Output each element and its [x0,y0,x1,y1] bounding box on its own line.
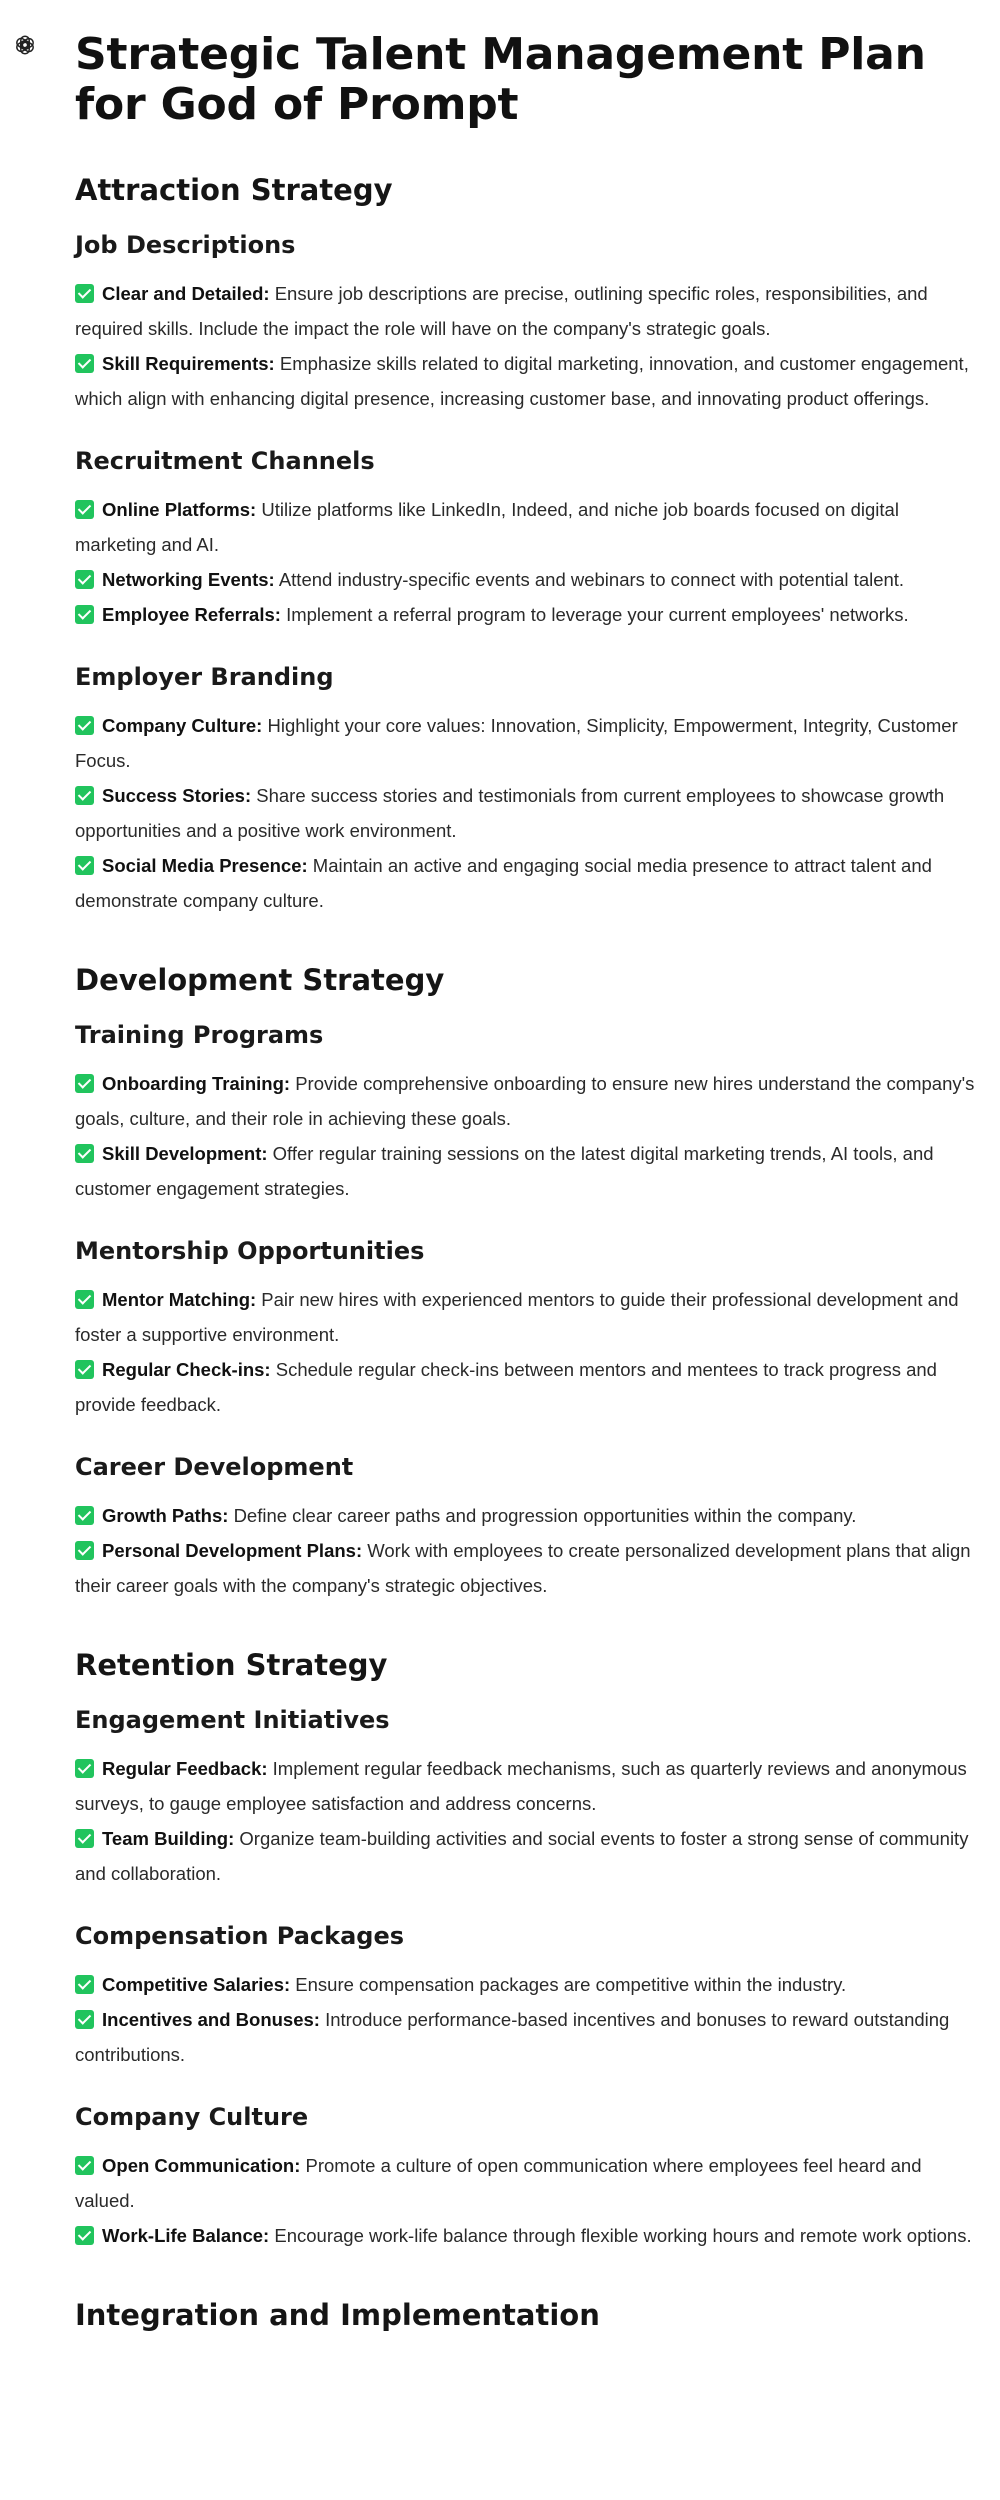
subsection-heading: Compensation Packages [75,1922,405,1950]
check-mark-icon [75,605,94,624]
check-mark-icon [75,570,94,589]
list-item: Mentor Matching: Pair new hires with exp… [75,1282,980,1352]
section: Development Strategy Training Programs Onb… [75,962,980,1603]
check-mark-icon [75,1829,94,1848]
subsection: Employer Branding Company Culture: Highli… [75,662,980,918]
list-item: Competitive Salaries: Ensure compensatio… [75,1967,980,2002]
item-term: Onboarding Training: [102,1073,291,1094]
item-term: Work-Life Balance: [102,2225,270,2246]
item-term: Online Platforms: [102,499,257,520]
section-heading-integration: Integration and Implementation [75,2298,600,2332]
list-item: Work-Life Balance: Encourage work-life b… [75,2218,980,2253]
section-heading: Retention Strategy [75,1648,388,1682]
subsection: Company Culture Open Communication: Promo… [75,2102,980,2253]
section-heading: Attraction Strategy [75,173,393,207]
item-term: Open Communication: [102,2155,301,2176]
check-mark-icon [75,500,94,519]
item-term: Competitive Salaries: [102,1974,291,1995]
subsection-heading: Recruitment Channels [75,447,375,475]
item-term: Mentor Matching: [102,1289,257,1310]
item-text: Encourage work-life balance through flex… [274,2225,972,2246]
list-item: Skill Development: Offer regular trainin… [75,1136,980,1206]
list-item: Social Media Presence: Maintain an activ… [75,848,980,918]
check-mark-icon [75,856,94,875]
check-mark-icon [75,786,94,805]
check-mark-icon [75,1290,94,1309]
subsection: Compensation Packages Competitive Salarie… [75,1921,980,2072]
item-term: Networking Events: [102,569,275,590]
item-text: Attend industry-specific events and webi… [278,569,905,590]
check-mark-icon [75,1975,94,1994]
check-mark-icon [75,2010,94,2029]
subsection-heading: Employer Branding [75,663,334,691]
list-item: Incentives and Bonuses: Introduce perfor… [75,2002,980,2072]
list-item: Open Communication: Promote a culture of… [75,2148,980,2218]
item-term: Growth Paths: [102,1505,229,1526]
subsection-heading: Training Programs [75,1021,324,1049]
check-mark-icon [75,1144,94,1163]
list-item: Onboarding Training: Provide comprehensi… [75,1066,980,1136]
item-term: Success Stories: [102,785,252,806]
page-title: Strategic Talent Management Plan for God… [75,29,926,130]
message-content: Strategic Talent Management Plan for God… [75,30,980,2355]
item-term: Skill Requirements: [102,353,275,374]
item-term: Social Media Presence: [102,855,308,876]
item-text: Implement a referral program to leverage… [286,604,909,625]
check-mark-icon [75,716,94,735]
list-item: Employee Referrals: Implement a referral… [75,597,980,632]
subsection: Training Programs Onboarding Training: Pr… [75,1020,980,1206]
list-item: Networking Events: Attend industry-speci… [75,562,980,597]
list-item: Skill Requirements: Emphasize skills rel… [75,346,980,416]
section: Retention Strategy Engagement Initiatives… [75,1647,980,2253]
section: Attraction Strategy Job Descriptions Clear… [75,172,980,918]
item-term: Employee Referrals: [102,604,281,625]
item-text: Define clear career paths and progressio… [233,1505,857,1526]
list-item: Online Platforms: Utilize platforms like… [75,492,980,562]
subsection-heading: Career Development [75,1453,354,1481]
list-item: Success Stories: Share success stories a… [75,778,980,848]
item-term: Clear and Detailed: [102,283,270,304]
subsection: Recruitment Channels Online Platforms: Ut… [75,446,980,632]
item-term: Regular Feedback: [102,1758,268,1779]
check-mark-icon [75,1074,94,1093]
check-mark-icon [75,2156,94,2175]
list-item: Personal Development Plans: Work with em… [75,1533,980,1603]
list-item: Company Culture: Highlight your core val… [75,708,980,778]
openai-logo-icon [12,32,38,58]
subsection-heading: Company Culture [75,2103,309,2131]
item-term: Regular Check-ins: [102,1359,271,1380]
section-heading: Development Strategy [75,963,445,997]
subsection: Career Development Growth Paths: Define c… [75,1452,980,1603]
subsection: Engagement Initiatives Regular Feedback: … [75,1705,980,1891]
sections-container: Attraction Strategy Job Descriptions Clear… [75,172,980,2253]
item-term: Team Building: [102,1828,235,1849]
item-text: Ensure compensation packages are competi… [295,1974,847,1995]
subsection: Job Descriptions Clear and Detailed: Ensu… [75,230,980,416]
list-item: Growth Paths: Define clear career paths … [75,1498,980,1533]
check-mark-icon [75,1360,94,1379]
subsection: Mentorship Opportunities Mentor Matching:… [75,1236,980,1422]
list-item: Regular Check-ins: Schedule regular chec… [75,1352,980,1422]
check-mark-icon [75,2226,94,2245]
subsection-heading: Engagement Initiatives [75,1706,390,1734]
item-term: Company Culture: [102,715,263,736]
check-mark-icon [75,1759,94,1778]
check-mark-icon [75,1541,94,1560]
list-item: Team Building: Organize team-building ac… [75,1821,980,1891]
subsection-heading: Job Descriptions [75,231,296,259]
check-mark-icon [75,354,94,373]
check-mark-icon [75,284,94,303]
subsection-heading: Mentorship Opportunities [75,1237,425,1265]
item-term: Incentives and Bonuses: [102,2009,320,2030]
list-item: Clear and Detailed: Ensure job descripti… [75,276,980,346]
list-item: Regular Feedback: Implement regular feed… [75,1751,980,1821]
item-term: Personal Development Plans: [102,1540,363,1561]
item-term: Skill Development: [102,1143,268,1164]
check-mark-icon [75,1506,94,1525]
